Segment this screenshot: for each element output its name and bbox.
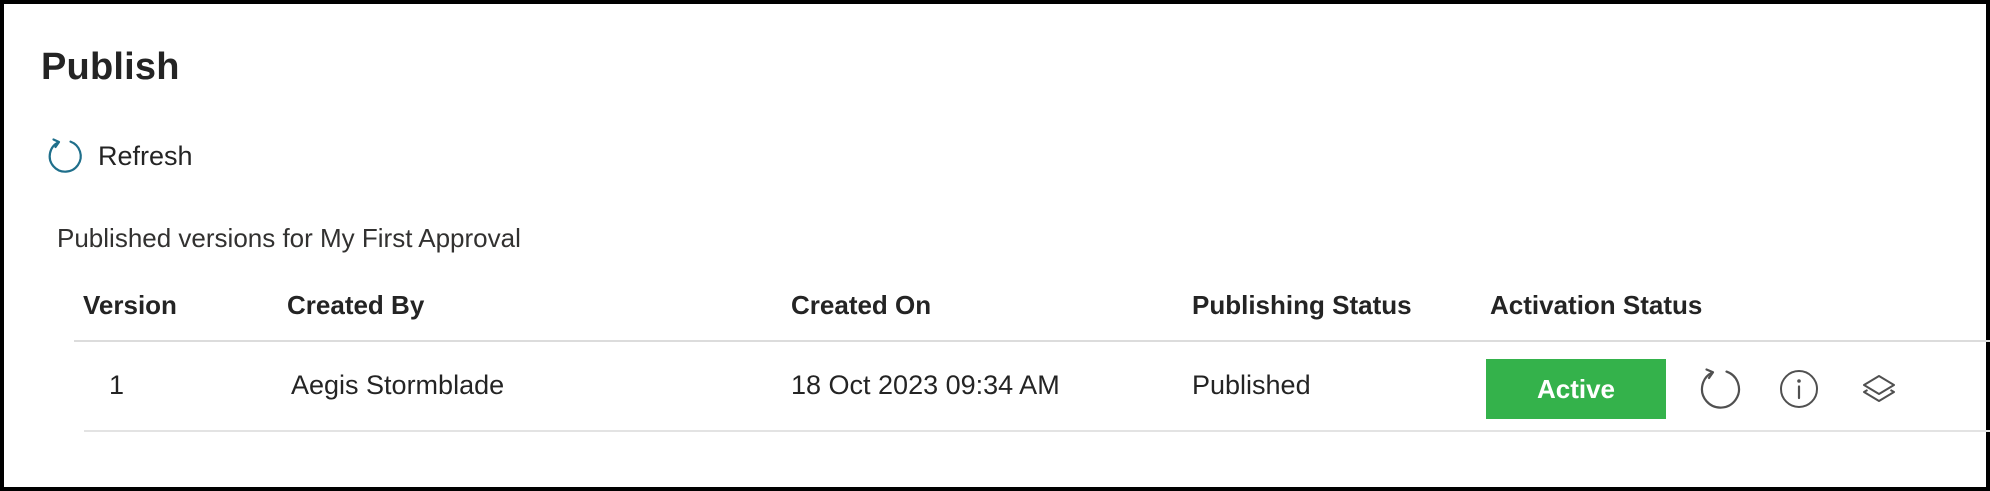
layers-icon[interactable] (1858, 368, 1900, 410)
refresh-icon (46, 137, 84, 175)
publishing-status-cell: Published (1192, 370, 1311, 400)
column-header-version: Version (83, 290, 177, 320)
column-header-publishing-status: Publishing Status (1192, 290, 1412, 320)
version-cell: 1 (109, 370, 125, 400)
versions-caption: Published versions for My First Approval (57, 223, 521, 253)
column-header-created-on: Created On (791, 290, 932, 320)
column-header-created-by: Created By (287, 290, 425, 320)
info-icon[interactable] (1778, 368, 1820, 410)
table-row: 1 Aegis Stormblade 18 Oct 2023 09:34 AM … (84, 342, 1990, 432)
publish-panel: Publish Refresh Published versions for M… (0, 0, 1990, 491)
refresh-label: Refresh (98, 140, 193, 171)
activation-status-button[interactable]: Active (1486, 359, 1666, 419)
page-title: Publish (41, 46, 180, 88)
refresh-button[interactable]: Refresh (46, 136, 193, 176)
versions-table: Version Created By Created On Publishing… (74, 280, 1990, 432)
created-on-cell: 18 Oct 2023 09:34 AM (791, 370, 1060, 400)
created-by-cell: Aegis Stormblade (291, 370, 505, 400)
refresh-icon[interactable] (1697, 366, 1743, 412)
table-header: Version Created By Created On Publishing… (74, 280, 1990, 342)
column-header-activation-status: Activation Status (1490, 290, 1703, 320)
